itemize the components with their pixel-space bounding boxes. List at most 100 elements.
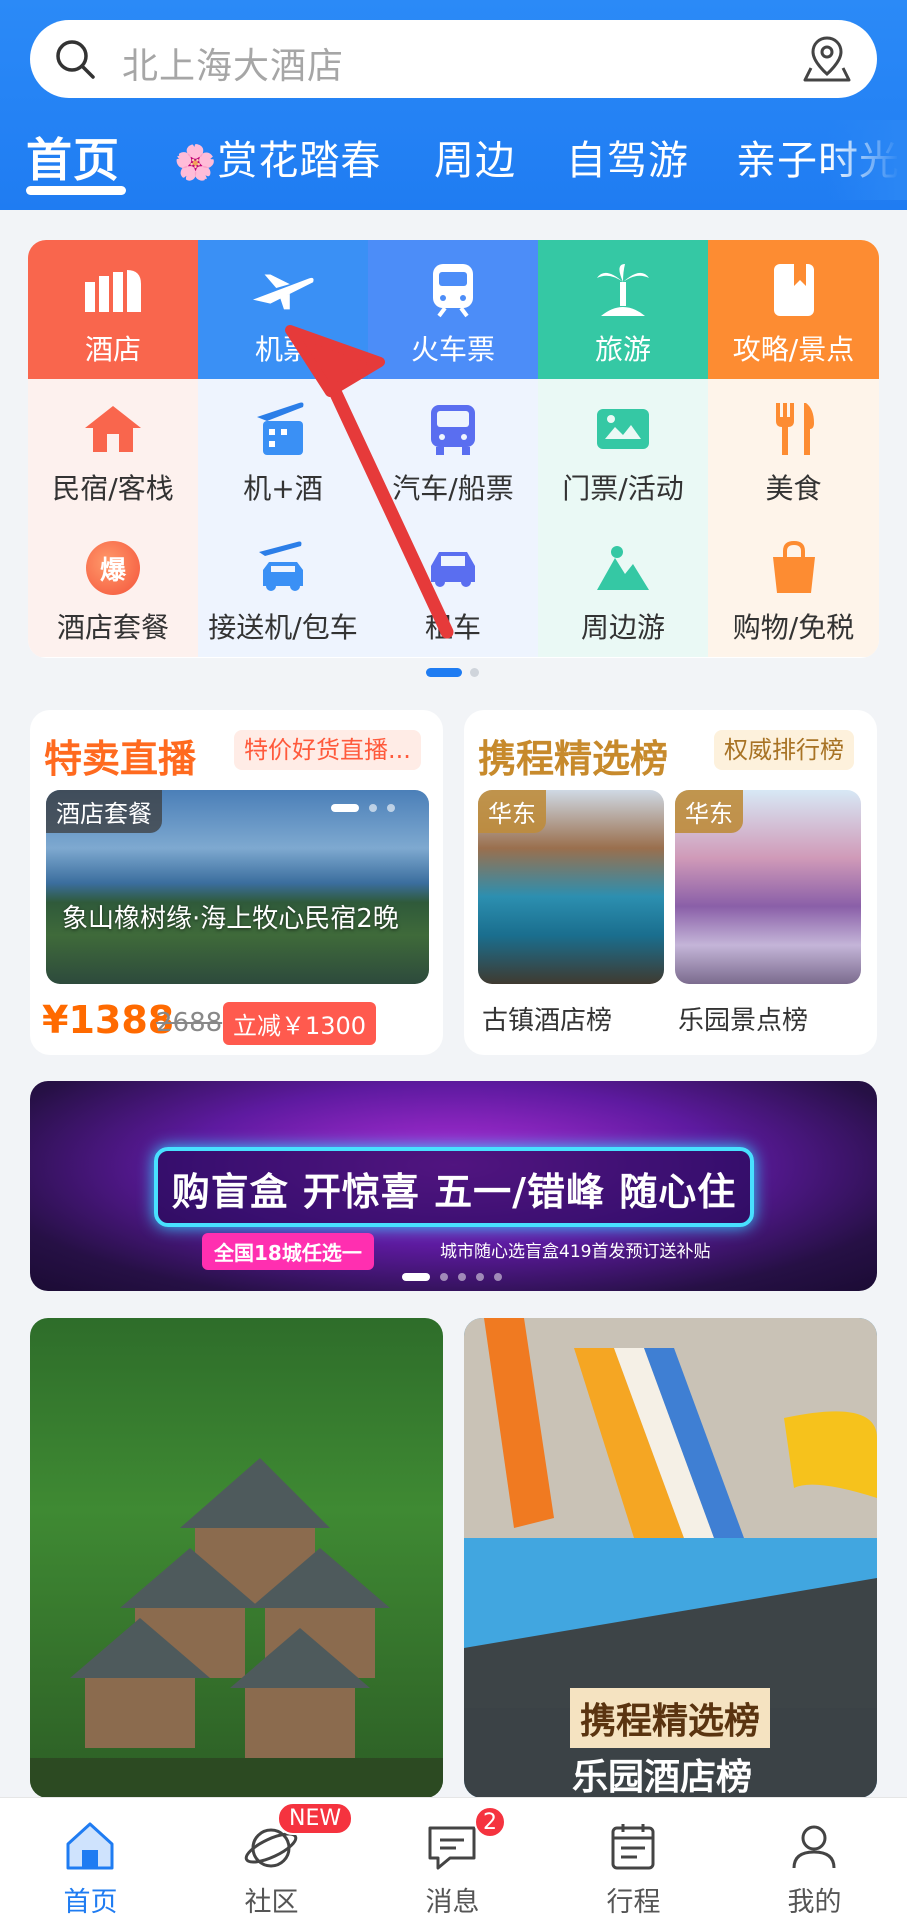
grid-item-homestay[interactable]: 民宿/客栈 <box>28 379 198 518</box>
ranking-label: 古镇酒店榜 <box>482 1006 613 1036</box>
grid-label: 门票/活动 <box>562 472 684 505</box>
nav-profile[interactable]: 我的 <box>724 1798 905 1920</box>
bus-icon <box>431 405 475 455</box>
map-location-icon[interactable] <box>803 34 851 84</box>
banner-subtitle-2: 城市随心选盲盒419首发预订送补贴 <box>440 1242 711 1262</box>
fire-icon: 爆 <box>86 541 140 595</box>
treehouse-illustration <box>30 1458 443 1798</box>
feed-ranking-badge: 携程精选榜 <box>570 1688 771 1748</box>
tab-flowers-label: 赏花踏春 <box>217 138 382 184</box>
grid-item-bus-ship[interactable]: 汽车/船票 <box>368 379 538 518</box>
nav-label: 我的 <box>787 1887 842 1918</box>
tabs-fade <box>827 120 907 200</box>
photo-caption: 象山橡树缘·海上牧心民宿2晚 <box>62 904 399 934</box>
grid-item-tickets[interactable]: 门票/活动 <box>538 379 708 518</box>
grid-item-airport-transfer[interactable]: 接送机/包车 <box>198 518 368 657</box>
search-bar[interactable]: 北上海大酒店 <box>30 20 877 98</box>
tab-nearby[interactable]: 周边 <box>434 128 516 186</box>
tab-flowers[interactable]: 🌸赏花踏春 <box>174 128 381 186</box>
deal-old-price: 2688 <box>156 1008 223 1038</box>
fork-knife-icon <box>775 403 814 455</box>
user-icon <box>792 1825 836 1869</box>
grid-item-train[interactable]: 火车票 <box>368 240 538 379</box>
flower-icon: 🌸 <box>174 143 218 183</box>
shopping-bag-icon <box>772 541 815 593</box>
grid-item-nearby-trips[interactable]: 周边游 <box>538 518 708 657</box>
hotel-icon <box>85 270 141 312</box>
grid-item-shopping[interactable]: 购物/免税 <box>708 518 879 657</box>
grid-item-guides[interactable]: 攻略/景点 <box>708 240 879 379</box>
nav-itinerary[interactable]: 行程 <box>543 1798 724 1920</box>
top-header: 北上海大酒店 首页 🌸赏花踏春 周边 自驾游 亲子时光 <box>0 0 907 210</box>
deal-discount: 立减￥1300 <box>223 1002 377 1045</box>
bottom-nav: 首页 NEW 社区 2 消息 行程 我的 <box>0 1797 907 1920</box>
promo-banner[interactable]: 购盲盒 开惊喜 五一/错峰 随心住 全国18城任选一 城市随心选盲盒419首发预… <box>30 1081 877 1291</box>
message-icon <box>428 1826 476 1870</box>
search-icon <box>56 40 95 79</box>
grid-label: 机票 <box>254 333 311 366</box>
nav-community[interactable]: NEW 社区 <box>181 1798 362 1920</box>
category-tabs: 首页 🌸赏花踏春 周边 自驾游 亲子时光 <box>0 120 907 200</box>
feed-photo-waterpark[interactable]: 携程精选榜 乐园酒店榜 <box>464 1318 877 1798</box>
grid-label: 汽车/船票 <box>392 472 514 505</box>
flash-sale-title: 特卖直播 <box>44 737 197 781</box>
tab-home[interactable]: 首页 <box>26 124 120 190</box>
region-tag: 华东 <box>675 790 743 833</box>
mountain-icon <box>597 546 649 590</box>
app-screen: 北上海大酒店 首页 🌸赏花踏春 周边 自驾游 亲子时光 酒店 机票 火车票 旅游… <box>0 0 907 1920</box>
palm-tree-icon <box>597 264 649 316</box>
train-icon <box>433 264 473 318</box>
grid-item-car-rental[interactable]: 租车 <box>368 518 538 657</box>
grid-label: 民宿/客栈 <box>52 472 174 505</box>
search-placeholder: 北上海大酒店 <box>122 46 345 87</box>
grid-label: 接送机/包车 <box>208 611 358 644</box>
grid-label: 购物/免税 <box>732 611 855 644</box>
grid-item-food[interactable]: 美食 <box>708 379 879 518</box>
new-badge: NEW <box>277 1802 354 1835</box>
guidebook-icon <box>773 264 814 316</box>
nav-label: 消息 <box>425 1887 480 1918</box>
car-icon <box>431 552 475 587</box>
ranking-title: 携程精选榜 <box>478 737 669 781</box>
ranking-pill[interactable]: 权威排行榜 <box>714 730 854 770</box>
house-icon <box>85 406 141 452</box>
deal-price: ¥1388 <box>42 998 175 1042</box>
airport-car-icon <box>259 541 303 591</box>
banner-title: 购盲盒 开惊喜 五一/错峰 随心住 <box>171 1170 737 1214</box>
photo-tag: 酒店套餐 <box>46 790 162 833</box>
feed-photo-treehouse[interactable] <box>30 1318 443 1798</box>
grid-label: 火车票 <box>410 333 495 366</box>
flight-hotel-icon <box>257 402 304 455</box>
flash-sale-card[interactable]: 特卖直播 特价好货直播... 酒店套餐 象山橡树缘·海上牧心民宿2晚 ¥1388… <box>30 710 443 1055</box>
nav-label: 行程 <box>606 1887 661 1918</box>
flash-sale-pill[interactable]: 特价好货直播... <box>234 730 421 770</box>
service-grid: 酒店 机票 火车票 旅游 攻略/景点 民宿/客栈 机+酒 汽车/船票 门票/活动… <box>28 240 879 658</box>
grid-label: 周边游 <box>580 611 665 644</box>
explode-char: 爆 <box>99 555 126 586</box>
ranking-photo-park[interactable]: 华东 <box>675 790 861 984</box>
trip-ranking-card[interactable]: 携程精选榜 权威排行榜 华东 华东 古镇酒店榜 乐园景点榜 <box>464 710 877 1055</box>
tab-selfdrive[interactable]: 自驾游 <box>566 128 689 186</box>
nav-messages[interactable]: 2 消息 <box>362 1798 543 1920</box>
hotel-package-photo[interactable]: 酒店套餐 象山橡树缘·海上牧心民宿2晚 <box>46 790 429 984</box>
calendar-icon <box>611 1824 655 1870</box>
grid-item-hotel-package[interactable]: 爆 酒店套餐 <box>28 518 198 657</box>
banner-subtitle-1: 全国18城任选一 <box>202 1233 374 1270</box>
nav-home[interactable]: 首页 <box>0 1798 181 1920</box>
grid-item-travel[interactable]: 旅游 <box>538 240 708 379</box>
grid-label: 酒店套餐 <box>56 611 169 644</box>
grid-label: 旅游 <box>594 333 651 366</box>
page-dot-active <box>426 668 462 677</box>
region-tag: 华东 <box>478 790 546 833</box>
page-dot <box>470 668 479 677</box>
grid-label: 攻略/景点 <box>732 333 855 366</box>
grid-item-hotel[interactable]: 酒店 <box>28 240 198 379</box>
grid-item-flights[interactable]: 机票 <box>198 240 368 379</box>
home-icon <box>66 1822 114 1870</box>
grid-label: 酒店 <box>84 333 141 366</box>
unread-count-badge: 2 <box>474 1806 506 1838</box>
ranking-photo-town[interactable]: 华东 <box>478 790 664 984</box>
ranking-label: 乐园景点榜 <box>678 1006 809 1036</box>
ticket-icon <box>597 409 649 449</box>
grid-item-flight-hotel[interactable]: 机+酒 <box>198 379 368 518</box>
